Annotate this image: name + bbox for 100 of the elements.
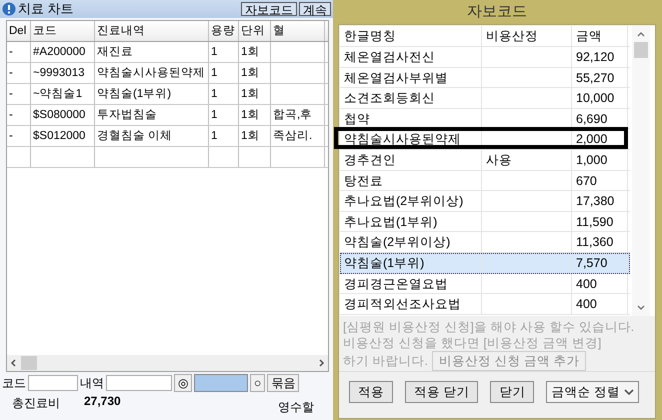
name-text: 탕전료 [344,174,383,188]
table-cell: - [7,84,31,104]
table-cell: ~9993013 [31,63,95,83]
panel-title: 치료 차트 [18,0,75,18]
table-cell: 1회 [239,84,271,104]
dialog-button[interactable]: 적용 닫기 [405,381,478,403]
column-header[interactable]: 용량 [209,21,239,41]
list-row[interactable]: 추나요법(1부위) 11,590 [340,212,630,232]
column-header[interactable]: 진료내역 [95,21,209,41]
name-text: 체온열검사전신 [344,50,435,64]
list-row[interactable]: 경피경근온열요법 400 [340,274,630,294]
name-text: 약침술(1부위) [344,256,424,270]
amount-text: 400 [576,297,597,312]
name-text: 경피경근온열요법 [344,276,448,291]
column-header[interactable]: 단위 [239,21,271,41]
amount-text: 6,690 [576,112,608,126]
dialog-title: 자보코드 [466,2,528,22]
dialog-button[interactable]: 적용 [349,381,393,403]
list-row[interactable]: 탕전료 670 [340,170,630,192]
list-row[interactable]: 체온열검사전신 92,120 [340,47,630,68]
table-cell: 1 [209,84,239,104]
table-cell: #A200000 [31,42,95,62]
table-cell: ~약침술1 [31,84,95,104]
info-icon [2,2,16,16]
name-text: 추나요법(1부위) [344,214,438,229]
code-label: 코드 [2,374,26,392]
list-row[interactable]: 소견조회등회신 10,000 [340,88,630,109]
table-cell: 투자법침술 [95,105,209,125]
vertical-scrollbar[interactable] [632,26,650,316]
amount-text: 11,360 [576,235,614,250]
amount-text: 55,270 [576,70,614,85]
list-row[interactable]: 첩약 6,690 [340,108,630,130]
circle-button[interactable]: ○ [250,374,266,392]
amount-text: 7,570 [576,256,608,270]
table-cell: 약침술시사용된약제 [95,63,209,83]
scrollbar-thumb[interactable] [634,42,648,58]
table-cell: 1 [209,105,239,125]
notice-text: [심평원 비용산정 신청]을 해야 사용 할수 있습니다. [343,319,636,335]
name-text: 경피적외선조사요법 [344,297,461,312]
total-label: 총진료비 [12,395,60,412]
dialog-button[interactable]: 닫기 [490,381,534,403]
table-cell: 경혈침술 이체 [95,126,209,146]
table-cell: 1회 [239,63,271,83]
table-cell: 약침술(1부위) [95,84,209,104]
table-cell: 1회 [239,105,271,125]
notice-text: 비용산정 신청을 했다면 [비용산정 금액 변경] [343,335,602,351]
sort-dropdown[interactable]: 금액순 정렬 [546,381,639,403]
color-field[interactable] [194,374,248,392]
list-row[interactable]: 체온열검사부위별 55,270 [340,68,630,88]
amount-text: 2,000 [576,132,608,146]
table-cell: - [7,126,31,146]
column-header[interactable]: 혈 [271,21,325,41]
name-text: 추나요법(2부위이상) [344,194,464,208]
table-cell: $S080000 [31,105,95,125]
amount-text: 11,590 [576,214,614,229]
column-header[interactable]: 한글명칭 [340,26,482,46]
table-cell: $S012000 [31,126,95,146]
code-field[interactable] [28,375,78,391]
amount-text: 1,000 [576,152,608,167]
list-row[interactable]: 약침술(1부위) 7,570 [340,252,630,274]
name-text: 체온열검사부위별 [344,70,448,85]
amount-text: 92,120 [576,50,614,64]
list-row[interactable]: 약침술시사용된약제 2,000 [340,129,630,150]
table-cell: 재진료 [95,42,209,62]
table-cell: 1 [209,126,239,146]
name-text: 경추견인 [344,152,396,167]
table-cell: 족삼리. [271,126,325,146]
table-cell: - [7,63,31,83]
toolbar-button[interactable]: 계속 [299,2,331,16]
list-row[interactable]: 경추견인 사용 1,000 [340,150,630,171]
table-cell: 1회 [239,42,271,62]
name-text: 소견조회등회신 [344,91,435,106]
toolbar-button[interactable]: 자보코드 [241,2,297,16]
column-header[interactable]: 금액 [572,26,628,46]
name-text: 약침술시사용된약제 [344,132,461,146]
name-text: 첩약 [344,112,370,126]
column-header[interactable]: Del [7,21,31,41]
table-cell: 1 [209,42,239,62]
table-cell: 1 [209,63,239,83]
column-header[interactable]: 코드 [31,21,95,41]
table-cell: - [7,105,31,125]
chevron-icon [624,388,634,396]
description-label: 내역 [80,374,104,392]
name-text: 약침술(2부위이상) [344,235,450,250]
horizontal-scrollbar[interactable] [7,355,328,371]
list-row[interactable]: 추나요법(2부위이상) 17,380 [340,191,630,212]
amount-text: 17,380 [576,194,614,208]
table-cell: 1회 [239,126,271,146]
description-field[interactable] [106,375,172,391]
scrollbar-thumb[interactable] [21,356,37,370]
column-header[interactable]: 비용산정 [482,26,572,46]
amount-text: 400 [576,276,597,291]
table-cell: - [7,42,31,62]
receipt-label: 영수할 [278,399,314,416]
amount-text: 10,000 [576,91,614,106]
group-button[interactable]: 묶음 [267,374,300,392]
cost-text: 사용 [486,152,512,167]
double-circle-button[interactable]: ◎ [174,374,192,392]
list-row[interactable]: 경피적외선조사요법 400 [340,294,630,315]
amount-text: 670 [576,174,597,188]
